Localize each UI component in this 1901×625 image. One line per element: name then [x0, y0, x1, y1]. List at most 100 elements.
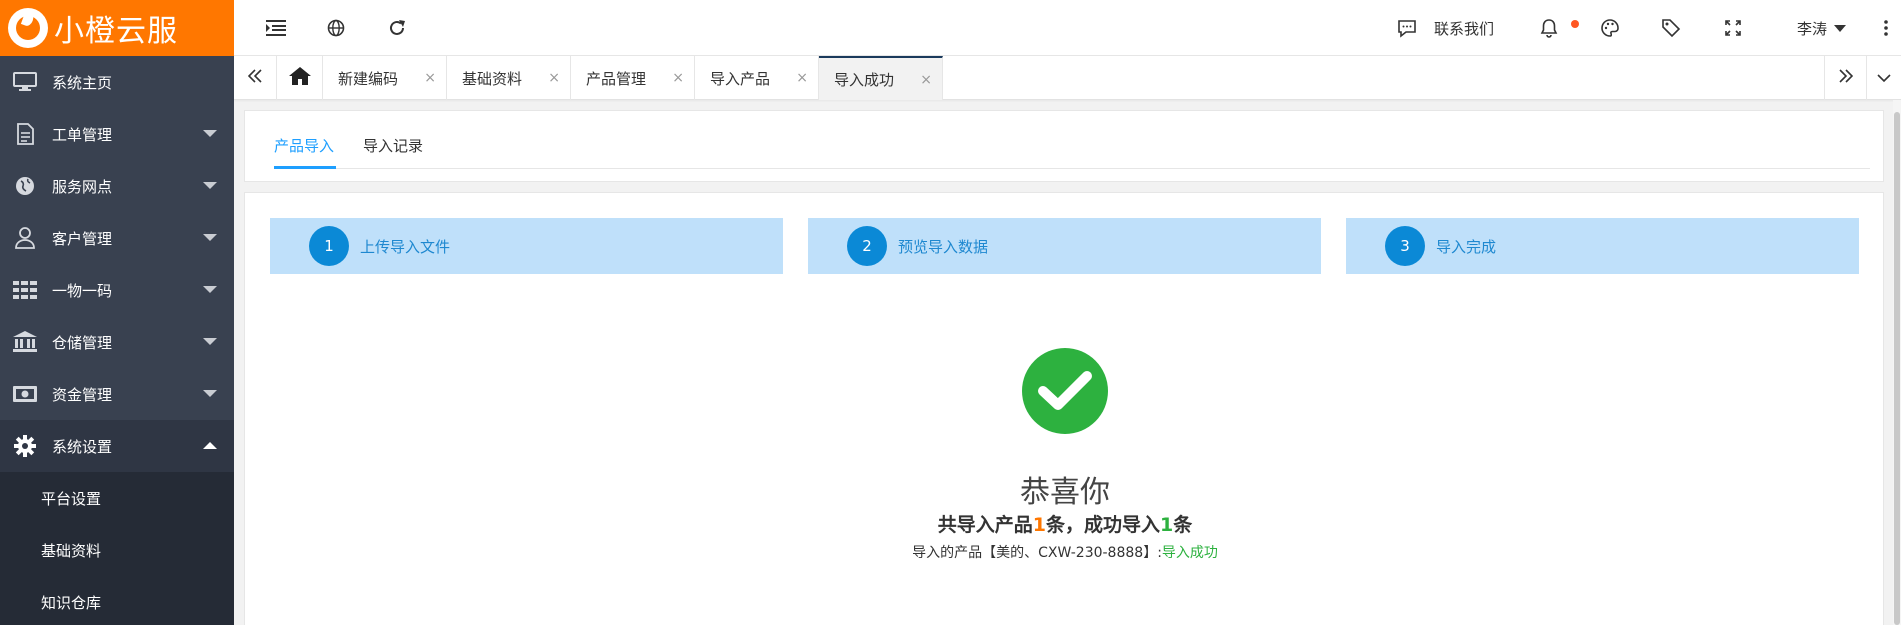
user-icon — [12, 227, 38, 249]
sidebar-subitem-basic-data[interactable]: 基础资料 — [0, 524, 234, 576]
brand-logo-icon — [8, 8, 48, 48]
more-vertical-icon[interactable] — [1875, 17, 1897, 39]
sidebar-item-label: 系统设置 — [52, 437, 113, 456]
sidebar-item-service-outlets[interactable]: 服务网点 — [0, 160, 234, 212]
tab-label: 导入产品 — [710, 69, 771, 88]
sidebar-item-funds[interactable]: 资金管理 — [0, 368, 234, 420]
tab-basic-data[interactable]: 基础资料 × — [447, 56, 571, 100]
logo[interactable]: 小橙云服 — [0, 0, 234, 56]
close-icon[interactable]: × — [796, 70, 808, 86]
caret-down-icon — [203, 234, 217, 241]
sidebar: 小橙云服 系统主页 工单管理 服务网点 客户管理 一物一码 仓储管理 资金管理 … — [0, 0, 234, 625]
page-tab-bar: 新建编码 × 基础资料 × 产品管理 × 导入产品 × 导入成功 × — [234, 56, 1901, 100]
sidebar-item-warehouse[interactable]: 仓储管理 — [0, 316, 234, 368]
summary-total-count: 1 — [1032, 514, 1046, 536]
double-chevron-left-icon — [247, 69, 262, 87]
home-icon — [288, 67, 311, 89]
monitor-icon — [12, 71, 38, 93]
sidebar-item-label: 一物一码 — [52, 281, 113, 300]
document-icon — [12, 123, 38, 145]
active-subtab-indicator — [274, 166, 336, 169]
sidebar-item-label: 服务网点 — [52, 177, 113, 196]
home-tab[interactable] — [277, 56, 323, 100]
tab-import-product[interactable]: 导入产品 × — [695, 56, 819, 100]
sidebar-item-work-orders[interactable]: 工单管理 — [0, 108, 234, 160]
tab-menu-button[interactable] — [1867, 56, 1901, 100]
step-upload: 1 上传导入文件 — [270, 218, 783, 274]
step-complete: 3 导入完成 — [1346, 218, 1859, 274]
summary-middle: 条，成功导入 — [1045, 514, 1160, 536]
palette-icon[interactable] — [1599, 17, 1621, 39]
notification-badge — [1571, 20, 1579, 28]
tab-import-success[interactable]: 导入成功 × — [819, 56, 943, 100]
bank-icon — [12, 331, 38, 353]
detail-text: 导入的产品【美的、CXW-230-8888】: — [912, 545, 1162, 561]
chat-icon[interactable] — [1396, 17, 1418, 39]
chevron-down-icon — [1877, 69, 1891, 87]
step-preview: 2 预览导入数据 — [808, 218, 1321, 274]
summary-suffix: 条 — [1173, 514, 1193, 536]
import-subtab-panel: 产品导入 导入记录 — [244, 110, 1884, 182]
double-chevron-right-icon — [1838, 69, 1853, 87]
sidebar-item-label: 仓储管理 — [52, 333, 113, 352]
sidebar-item-one-code[interactable]: 一物一码 — [0, 264, 234, 316]
subtab-import-records[interactable]: 导入记录 — [363, 135, 423, 156]
caret-down-icon — [203, 338, 217, 345]
caret-down-icon — [203, 182, 217, 189]
top-header: 联系我们 李涛 — [234, 0, 1901, 56]
globe-icon — [12, 175, 38, 197]
sidebar-item-label: 工单管理 — [52, 125, 113, 144]
congrats-heading: 恭喜你 — [1020, 475, 1110, 510]
close-icon[interactable]: × — [672, 70, 684, 86]
detail-status: 导入成功 — [1161, 545, 1218, 561]
close-icon[interactable]: × — [424, 70, 436, 86]
step-label: 导入完成 — [1436, 237, 1497, 256]
tab-label: 产品管理 — [586, 69, 647, 88]
sidebar-item-label: 资金管理 — [52, 385, 113, 404]
close-icon[interactable]: × — [920, 72, 932, 88]
user-name[interactable]: 李涛 — [1797, 18, 1827, 39]
tab-label: 导入成功 — [834, 70, 895, 89]
caret-down-icon — [203, 130, 217, 137]
success-check-icon — [1022, 348, 1108, 434]
user-menu-caret-icon[interactable] — [1834, 25, 1846, 32]
tab-product-management[interactable]: 产品管理 × — [571, 56, 695, 100]
gear-icon — [12, 435, 38, 457]
step-number: 2 — [847, 226, 887, 266]
caret-down-icon — [203, 286, 217, 293]
import-detail: 导入的产品【美的、CXW-230-8888】:导入成功 — [245, 542, 1885, 562]
subtab-product-import[interactable]: 产品导入 — [274, 135, 334, 156]
tag-icon[interactable] — [1660, 17, 1682, 39]
sidebar-item-home[interactable]: 系统主页 — [0, 56, 234, 108]
grid-icon — [12, 279, 38, 301]
step-label: 预览导入数据 — [898, 237, 989, 256]
sidebar-subitem-knowledge-base[interactable]: 知识仓库 — [0, 576, 234, 625]
step-number: 3 — [1385, 226, 1425, 266]
close-icon[interactable]: × — [548, 70, 560, 86]
fullscreen-icon[interactable] — [1722, 17, 1744, 39]
sidebar-item-system-settings[interactable]: 系统设置 — [0, 420, 234, 472]
sidebar-item-customers[interactable]: 客户管理 — [0, 212, 234, 264]
step-label: 上传导入文件 — [360, 237, 451, 256]
summary-success-count: 1 — [1160, 514, 1174, 536]
tab-scroll-right-button[interactable] — [1824, 56, 1867, 100]
tab-label: 新建编码 — [338, 69, 399, 88]
money-icon — [12, 383, 38, 405]
tab-label: 基础资料 — [462, 69, 523, 88]
caret-up-icon — [203, 442, 217, 449]
bell-icon[interactable] — [1538, 17, 1560, 39]
sidebar-item-label: 客户管理 — [52, 229, 113, 248]
tab-new-code[interactable]: 新建编码 × — [323, 56, 447, 100]
sidebar-subitem-platform-settings[interactable]: 平台设置 — [0, 472, 234, 524]
contact-us-link[interactable]: 联系我们 — [1434, 18, 1494, 39]
page-scrollbar-thumb[interactable] — [1894, 112, 1900, 625]
menu-collapse-icon[interactable] — [265, 17, 287, 39]
step-number: 1 — [309, 226, 349, 266]
brand-name: 小橙云服 — [54, 14, 178, 49]
sidebar-item-label: 系统主页 — [52, 73, 113, 92]
tab-scroll-left-button[interactable] — [234, 56, 277, 100]
refresh-icon[interactable] — [386, 17, 408, 39]
globe-icon[interactable] — [325, 17, 347, 39]
import-result-panel: 1 上传导入文件 2 预览导入数据 3 导入完成 恭喜你 共导入产品1条，成功导… — [244, 192, 1884, 625]
subtab-divider — [274, 168, 1870, 169]
